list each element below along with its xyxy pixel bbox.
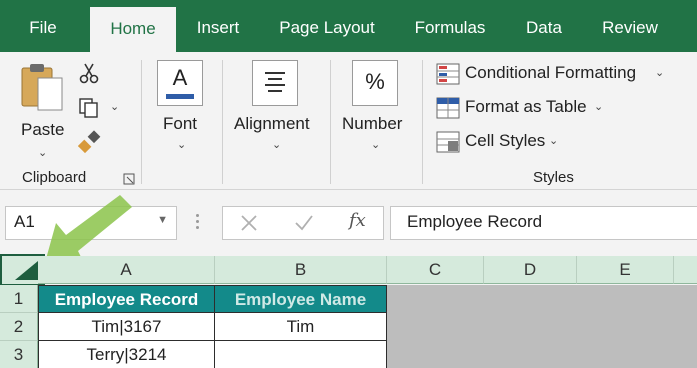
font-button[interactable]: A Font ⌄ — [152, 58, 212, 158]
font-chevron-icon: ⌄ — [177, 139, 187, 151]
font-label: Font — [163, 114, 198, 133]
format-as-table-label: Format as Table — [465, 97, 587, 116]
conditional-formatting-chevron-icon: ⌄ — [655, 67, 665, 79]
clipboard-group-label: Clipboard — [22, 169, 87, 186]
name-box-dropdown-icon[interactable]: ▼ — [157, 214, 168, 226]
group-separator — [422, 60, 423, 184]
conditional-formatting-label: Conditional Formatting — [465, 63, 637, 82]
paste-icon — [21, 64, 63, 111]
tab-home[interactable]: Home — [90, 7, 176, 52]
format-painter-icon[interactable] — [78, 130, 102, 154]
alignment-label: Alignment — [234, 114, 310, 133]
cut-icon[interactable] — [77, 61, 101, 85]
row-header-3[interactable]: 3 — [0, 341, 38, 368]
clipboard-dialog-launcher-icon[interactable] — [123, 173, 135, 185]
cell-styles-label: Cell Styles — [465, 131, 546, 150]
insert-function-icon[interactable]: fx — [349, 210, 366, 231]
alignment-icon — [252, 60, 298, 106]
font-icon: A — [157, 60, 203, 106]
column-header-b[interactable]: B — [215, 256, 387, 284]
format-as-table-button[interactable]: Format as Table ⌄ — [436, 96, 616, 120]
number-label: Number — [342, 114, 403, 133]
alignment-button[interactable]: Alignment ⌄ — [232, 58, 320, 158]
group-separator — [141, 60, 142, 184]
percent-icon: % — [352, 60, 398, 106]
column-header-overflow — [674, 256, 697, 284]
copy-icon[interactable] — [77, 96, 101, 120]
ribbon-tab-bar: File Home Insert Page Layout Formulas Da… — [0, 0, 697, 52]
row-header-2[interactable]: 2 — [0, 313, 38, 341]
column-header-c[interactable]: C — [387, 256, 484, 284]
formula-bar-splitter-icon[interactable] — [196, 214, 200, 232]
group-separator — [222, 60, 223, 184]
paste-dropdown-chevron-icon[interactable]: ⌄ — [38, 146, 47, 159]
paste-button[interactable]: Paste ⌄ — [14, 60, 72, 160]
styles-group-label: Styles — [533, 169, 574, 186]
conditional-formatting-button[interactable]: Conditional Formatting ⌄ — [436, 62, 668, 86]
column-header-d[interactable]: D — [484, 256, 577, 284]
cell-a2[interactable]: Tim|3167 — [38, 313, 215, 341]
ribbon: Paste ⌄ ⌄ Clipboard A Font ⌄ Alignment ⌄… — [0, 52, 697, 190]
formula-input[interactable]: Employee Record — [390, 206, 697, 240]
formula-input-value: Employee Record — [407, 212, 543, 231]
formula-buttons: fx — [222, 206, 384, 240]
cell-b3[interactable] — [215, 341, 387, 368]
format-as-table-icon — [436, 97, 460, 119]
cell-styles-chevron-icon: ⌄ — [549, 135, 559, 147]
conditional-formatting-icon — [436, 63, 460, 85]
cell-a3[interactable]: Terry|3214 — [38, 341, 215, 368]
column-header-a[interactable]: A — [38, 256, 215, 284]
tab-page-layout[interactable]: Page Layout — [270, 0, 384, 52]
number-button[interactable]: % Number ⌄ — [340, 58, 412, 158]
row-header-1[interactable]: 1 — [0, 285, 38, 313]
copy-dropdown-chevron-icon[interactable]: ⌄ — [110, 100, 119, 113]
cell-styles-button[interactable]: Cell Styles ⌄ — [436, 130, 566, 154]
format-as-table-chevron-icon: ⌄ — [594, 101, 604, 113]
tab-formulas[interactable]: Formulas — [404, 0, 496, 52]
number-chevron-icon: ⌄ — [371, 139, 381, 151]
tab-data[interactable]: Data — [515, 0, 573, 52]
column-header-e[interactable]: E — [577, 256, 674, 284]
cell-b2[interactable]: Tim — [215, 313, 387, 341]
tab-review[interactable]: Review — [590, 0, 670, 52]
cell-styles-icon — [436, 131, 460, 153]
paste-label: Paste — [21, 120, 65, 139]
enter-check-icon[interactable] — [293, 213, 315, 233]
group-separator — [330, 60, 331, 184]
alignment-chevron-icon: ⌄ — [272, 139, 282, 151]
cell-a1[interactable]: Employee Record — [38, 285, 215, 313]
cell-b1[interactable]: Employee Name — [215, 285, 387, 313]
tab-insert[interactable]: Insert — [185, 0, 251, 52]
tab-file[interactable]: File — [16, 0, 70, 52]
cancel-icon[interactable] — [239, 213, 259, 233]
